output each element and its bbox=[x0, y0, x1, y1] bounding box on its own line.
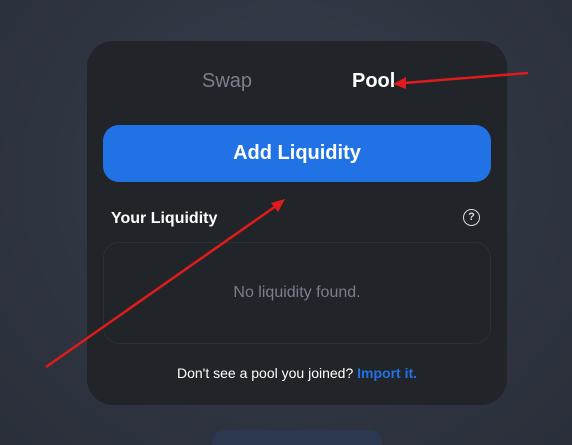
add-liquidity-button[interactable]: Add Liquidity bbox=[103, 125, 491, 182]
empty-liquidity-message: No liquidity found. bbox=[233, 284, 361, 301]
import-prompt-text: Don't see a pool you joined? bbox=[176, 365, 354, 381]
liquidity-empty-panel: No liquidity found. bbox=[103, 242, 491, 344]
question-circle-icon[interactable]: ? bbox=[463, 209, 480, 226]
import-pool-link[interactable]: Import it. bbox=[357, 365, 417, 381]
import-pool-footer: Don't see a pool you joined? Import it. bbox=[87, 365, 507, 381]
your-liquidity-heading: Your Liquidity bbox=[111, 210, 218, 227]
tab-swap[interactable]: Swap bbox=[202, 69, 252, 93]
pool-card: Swap Pool Add Liquidity Your Liquidity ?… bbox=[87, 41, 507, 405]
tab-pool[interactable]: Pool bbox=[352, 69, 395, 93]
partial-button-below[interactable] bbox=[212, 430, 382, 445]
